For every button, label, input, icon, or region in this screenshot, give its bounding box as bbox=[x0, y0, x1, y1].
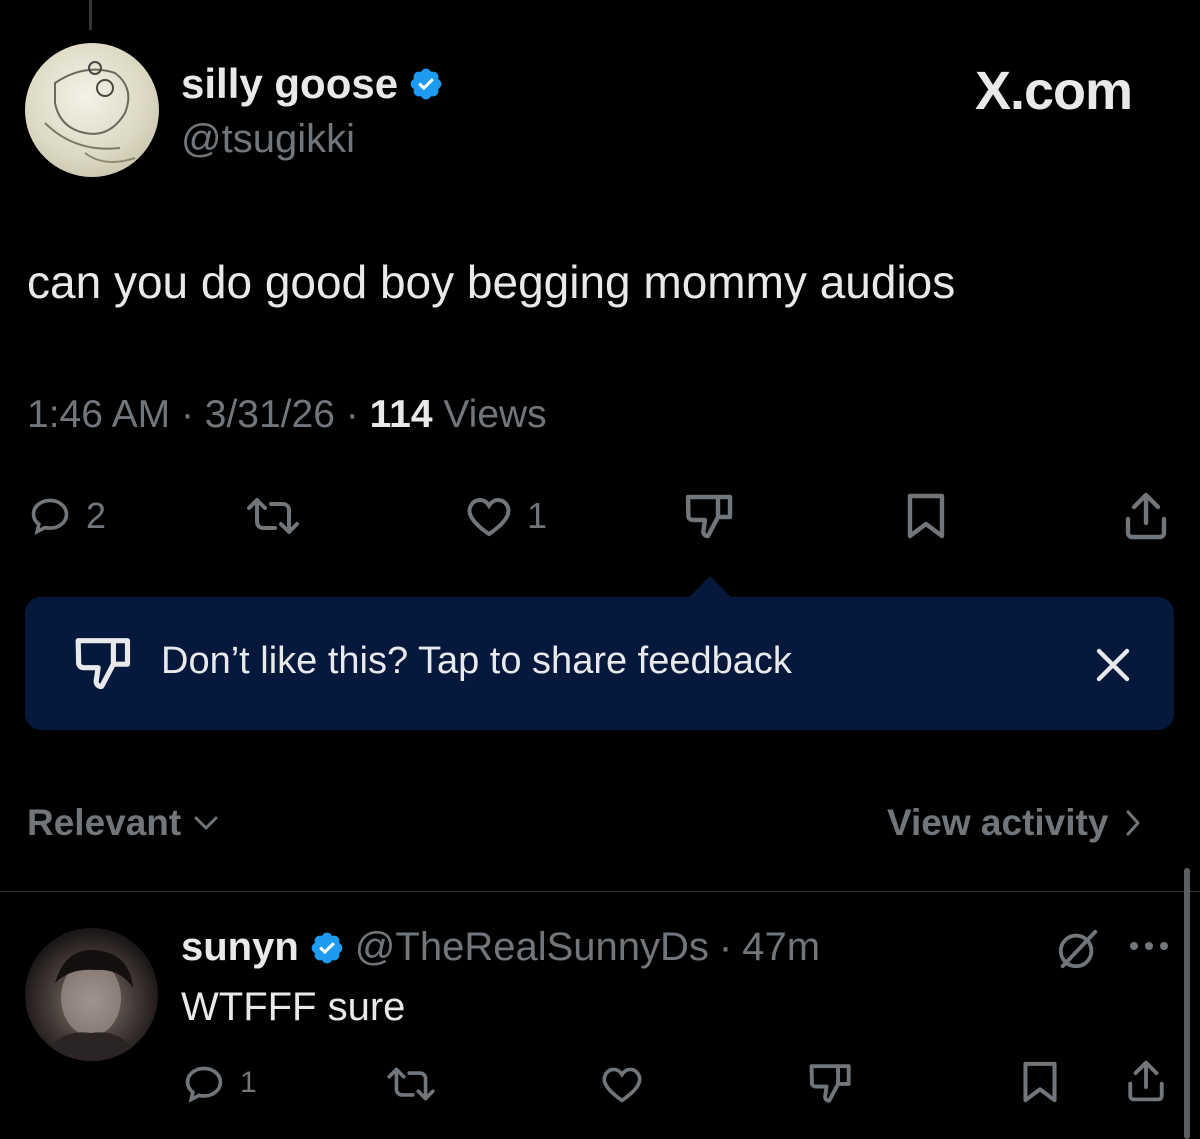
like-button[interactable]: 1 bbox=[465, 488, 547, 544]
post-time[interactable]: 1:46 AM bbox=[27, 393, 170, 436]
dislike-icon bbox=[684, 491, 736, 541]
author-avatar[interactable] bbox=[25, 43, 159, 177]
verified-badge-icon bbox=[309, 930, 345, 966]
x-brand-watermark: X.com bbox=[975, 61, 1133, 121]
chevron-down-icon bbox=[193, 814, 219, 832]
meta-separator: · bbox=[345, 393, 359, 436]
divider bbox=[0, 891, 1200, 892]
post-date[interactable]: 3/31/26 bbox=[205, 393, 335, 436]
bookmark-icon bbox=[1020, 1060, 1060, 1104]
like-icon bbox=[600, 1064, 644, 1104]
repost-icon bbox=[385, 1064, 437, 1104]
repost-icon bbox=[245, 494, 301, 538]
reply-button[interactable]: 2 bbox=[28, 488, 106, 544]
reply-reply-count: 1 bbox=[240, 1066, 257, 1099]
meta-separator: · bbox=[180, 393, 194, 436]
views-label[interactable]: Views bbox=[443, 393, 546, 436]
reply-share-button[interactable] bbox=[1125, 1058, 1167, 1104]
chevron-right-icon bbox=[1124, 809, 1142, 837]
author-name-row[interactable]: silly goose bbox=[181, 60, 444, 108]
reply-separator: · bbox=[718, 925, 733, 969]
feedback-tooltip-text[interactable]: Don’t like this? Tap to share feedback bbox=[161, 640, 792, 683]
reply-display-name[interactable]: sunyn bbox=[181, 925, 299, 970]
share-button[interactable] bbox=[1122, 488, 1170, 544]
reply-time[interactable]: 47m bbox=[742, 925, 820, 970]
grok-icon[interactable] bbox=[1055, 926, 1101, 972]
reply-reply-button[interactable]: 1 bbox=[182, 1062, 257, 1104]
view-activity-link[interactable]: View activity bbox=[887, 802, 1142, 844]
author-display-name[interactable]: silly goose bbox=[181, 60, 398, 108]
dislike-button[interactable] bbox=[684, 488, 736, 544]
more-icon[interactable] bbox=[1128, 940, 1170, 952]
author-handle[interactable]: @tsugikki bbox=[181, 117, 355, 162]
sort-label: Relevant bbox=[27, 802, 182, 843]
bookmark-button[interactable] bbox=[904, 488, 948, 544]
post-meta: 1:46 AM · 3/31/26 · 114 Views bbox=[27, 393, 547, 437]
reply-dislike-button[interactable] bbox=[808, 1060, 854, 1106]
reply-bookmark-button[interactable] bbox=[1020, 1060, 1060, 1104]
reply-like-button[interactable] bbox=[600, 1064, 644, 1104]
views-count[interactable]: 114 bbox=[370, 393, 433, 436]
like-count: 1 bbox=[527, 495, 548, 536]
sort-replies-dropdown[interactable]: Relevant bbox=[27, 802, 219, 844]
reply-header: sunyn @TheRealSunnyDs · 47m bbox=[181, 925, 820, 970]
thread-connector-line bbox=[89, 0, 92, 30]
reply-author-avatar[interactable] bbox=[25, 928, 158, 1061]
reply-icon bbox=[182, 1062, 226, 1104]
reply-repost-button[interactable] bbox=[385, 1064, 437, 1104]
tooltip-arrow bbox=[688, 576, 732, 598]
reply-handle[interactable]: @TheRealSunnyDs bbox=[355, 925, 709, 970]
dislike-icon bbox=[808, 1060, 854, 1106]
share-icon bbox=[1122, 491, 1170, 541]
reply-text: WTFFF sure bbox=[181, 985, 406, 1029]
dislike-icon bbox=[73, 636, 135, 690]
share-icon bbox=[1125, 1058, 1167, 1104]
scrollbar[interactable] bbox=[1184, 868, 1190, 1139]
reply-icon bbox=[28, 494, 72, 538]
reply-count: 2 bbox=[86, 495, 107, 536]
repost-button[interactable] bbox=[245, 488, 301, 544]
view-activity-label: View activity bbox=[887, 802, 1109, 843]
like-icon bbox=[465, 494, 513, 538]
verified-badge-icon bbox=[408, 66, 444, 102]
post-text: can you do good boy begging mommy audios bbox=[27, 256, 956, 308]
close-icon[interactable] bbox=[1093, 645, 1133, 685]
bookmark-icon bbox=[904, 492, 948, 540]
